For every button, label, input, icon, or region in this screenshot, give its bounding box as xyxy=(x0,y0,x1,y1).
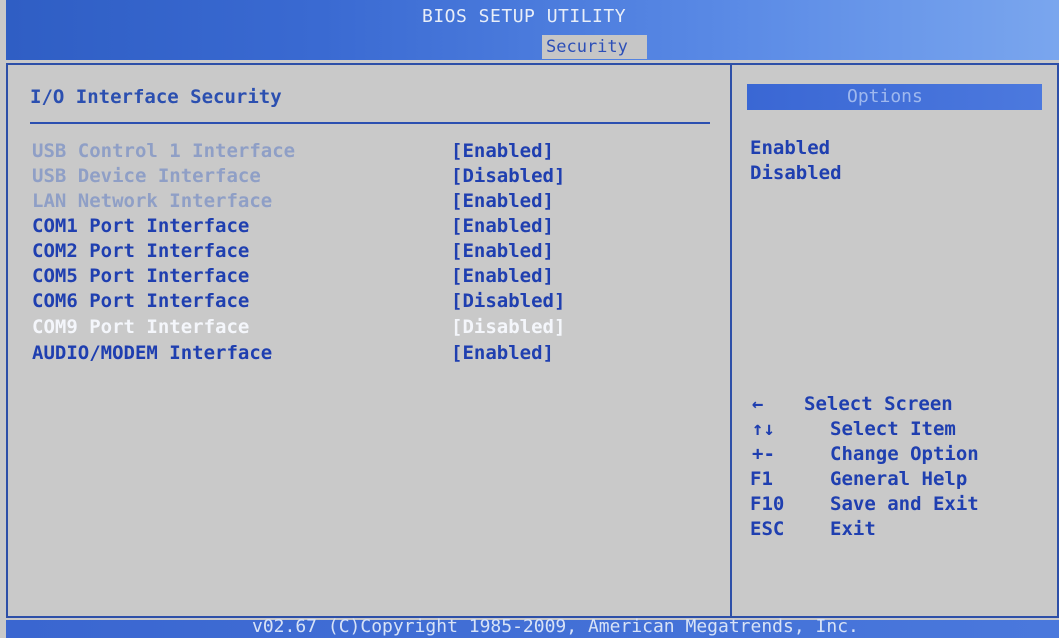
help-text-save-exit: Save and Exit xyxy=(830,493,979,515)
setting-label: USB Device Interface xyxy=(32,165,261,187)
tab-security[interactable]: Security xyxy=(542,35,647,59)
setting-value[interactable]: [Enabled] xyxy=(451,264,554,288)
setting-label: COM5 Port Interface xyxy=(32,265,250,287)
copyright-text: v02.67 (C)Copyright 1985-2009, American … xyxy=(252,616,859,637)
setting-value[interactable]: [Enabled] xyxy=(451,214,554,238)
setting-label: LAN Network Interface xyxy=(32,190,273,212)
title-bar: BIOS SETUP UTILITY Security xyxy=(6,0,1059,60)
help-key-select-item: ↑↓ xyxy=(752,418,775,440)
bios-title: BIOS SETUP UTILITY xyxy=(422,6,627,27)
help-key-exit: ESC xyxy=(750,518,785,540)
option-enabled[interactable]: Enabled xyxy=(750,137,830,159)
setting-value[interactable]: [Disabled] xyxy=(451,164,565,188)
help-key-general-help: F1 xyxy=(750,468,773,490)
help-text-exit: Exit xyxy=(830,518,876,540)
setting-label: COM9 Port Interface xyxy=(32,316,250,338)
setting-value[interactable]: [Enabled] xyxy=(451,239,554,263)
setting-value[interactable]: [Disabled] xyxy=(451,315,565,339)
help-key-change-option: +- xyxy=(752,443,775,465)
setting-label: COM6 Port Interface xyxy=(32,290,250,312)
setting-label: COM1 Port Interface xyxy=(32,215,250,237)
help-text-select-item: Select Item xyxy=(830,418,956,440)
help-key-select-screen: ← xyxy=(752,393,764,415)
setting-label: COM2 Port Interface xyxy=(32,240,250,262)
setting-value[interactable]: [Enabled] xyxy=(451,139,554,163)
help-key-save-exit: F10 xyxy=(750,493,785,515)
options-title: Options xyxy=(847,86,923,107)
help-text-select-screen: Select Screen xyxy=(804,393,953,415)
setting-value[interactable]: [Enabled] xyxy=(451,341,554,365)
help-text-general-help: General Help xyxy=(830,468,968,490)
footer-bar: v02.67 (C)Copyright 1985-2009, American … xyxy=(6,616,1059,638)
setting-value[interactable]: [Enabled] xyxy=(451,189,554,213)
help-text-change-option: Change Option xyxy=(830,443,979,465)
options-header: Options xyxy=(747,84,1042,110)
section-divider xyxy=(30,122,710,124)
section-title: I/O Interface Security xyxy=(30,86,282,108)
setting-label: USB Control 1 Interface xyxy=(32,140,296,162)
setting-label: AUDIO/MODEM Interface xyxy=(32,342,273,364)
setting-value[interactable]: [Disabled] xyxy=(451,289,565,313)
option-disabled[interactable]: Disabled xyxy=(750,162,842,184)
panel-divider xyxy=(730,63,732,618)
